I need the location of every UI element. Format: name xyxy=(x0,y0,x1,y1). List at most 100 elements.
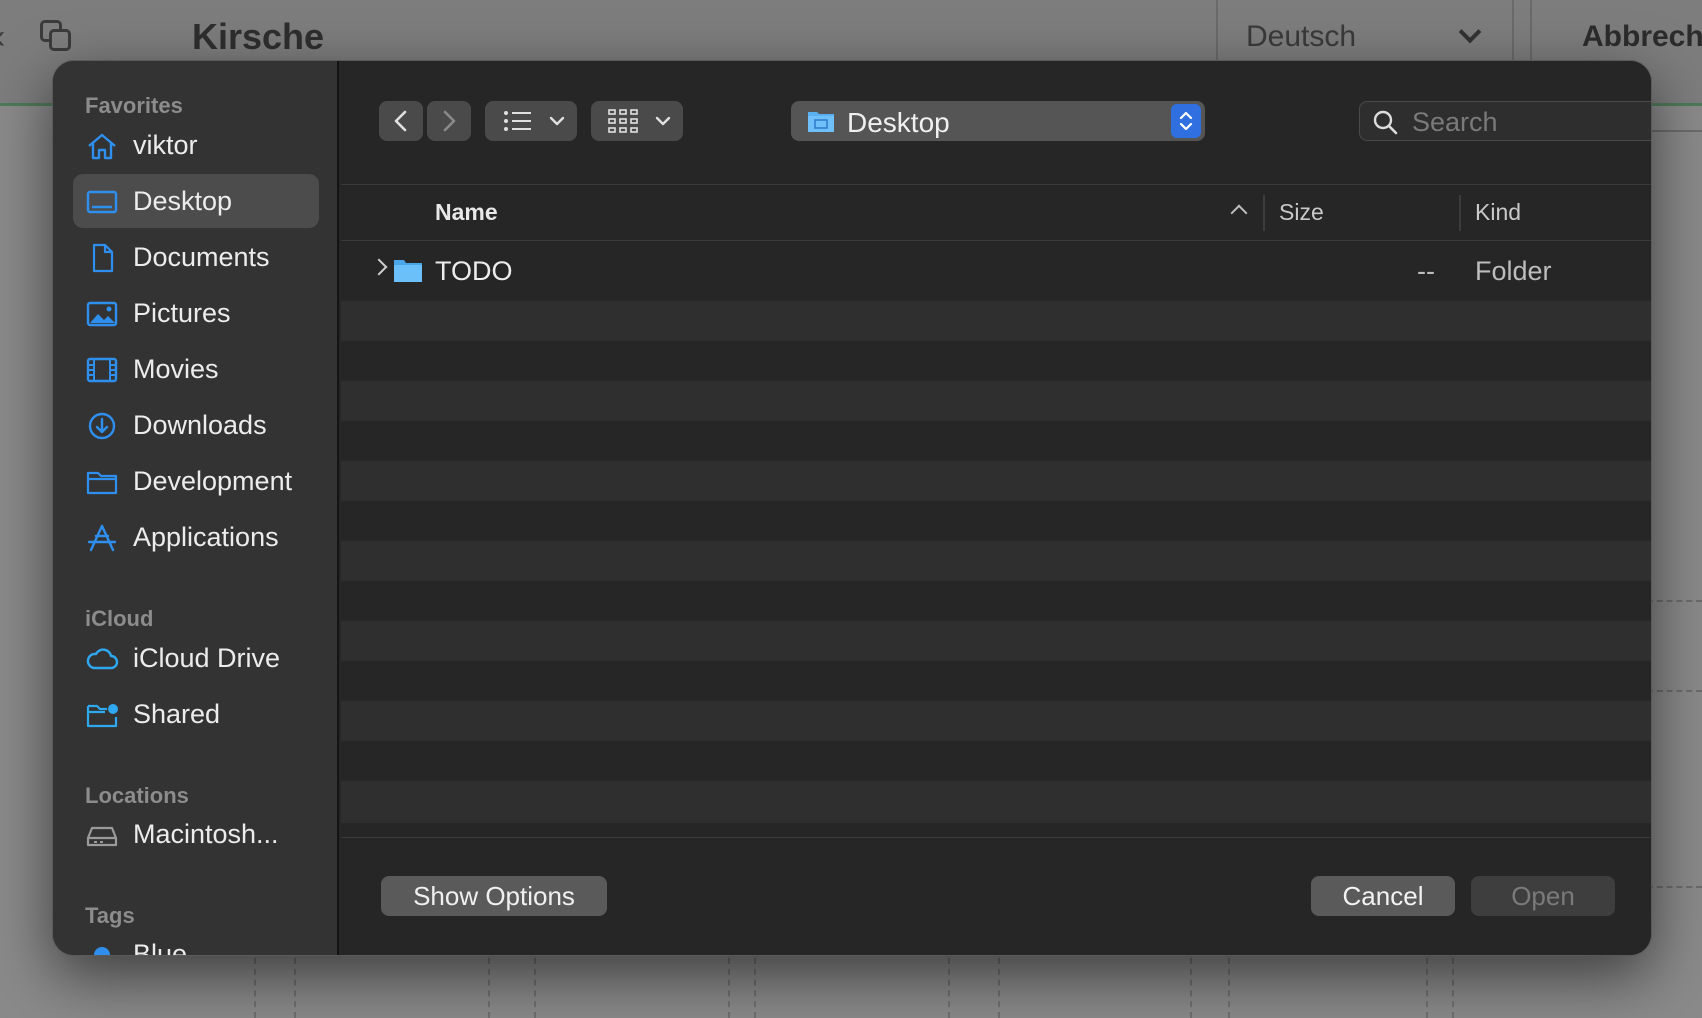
language-label: Deutsch xyxy=(1246,20,1357,53)
sidebar-item-shared[interactable]: Shared xyxy=(73,687,319,741)
list-row-bg xyxy=(341,461,1651,501)
sidebar-item-label: Blue xyxy=(133,939,188,956)
sidebar-item-tag-blue[interactable]: Blue xyxy=(73,927,319,956)
sidebar-item-viktor[interactable]: viktor xyxy=(73,118,319,172)
list-row-bg xyxy=(341,581,1651,621)
column-size[interactable]: Size xyxy=(1279,199,1324,226)
dialog-footer: Show Options Cancel Open xyxy=(341,837,1651,955)
applications-icon xyxy=(87,524,117,552)
shared-folder-icon xyxy=(86,704,118,728)
group-view-button[interactable] xyxy=(591,101,683,141)
list-row-bg xyxy=(341,341,1651,381)
file-name: TODO xyxy=(435,256,513,286)
sidebar-item-desktop[interactable]: Desktop xyxy=(73,174,319,228)
search-icon xyxy=(1373,110,1398,135)
sidebar-item-downloads[interactable]: Downloads xyxy=(73,398,319,452)
file-browser: Desktop Name Size Kind xyxy=(341,61,1651,955)
list-row-bg xyxy=(341,661,1651,701)
folder-icon xyxy=(86,471,118,495)
location-label: Desktop xyxy=(847,107,950,138)
forward-button[interactable] xyxy=(427,101,471,141)
desktop-icon xyxy=(86,190,118,214)
sidebar: Favorites viktor Desktop Documents Pictu… xyxy=(53,61,339,956)
list-row-bg xyxy=(341,501,1651,541)
back-icon: ‹ xyxy=(0,18,5,57)
sidebar-item-label: Documents xyxy=(133,242,270,272)
sidebar-item-documents[interactable]: Documents xyxy=(73,230,319,284)
sidebar-item-icloud-drive[interactable]: iCloud Drive xyxy=(73,631,319,685)
list-row-bg xyxy=(341,301,1651,341)
chevron-down-icon xyxy=(1458,20,1482,44)
background-divider xyxy=(1647,690,1702,692)
download-icon xyxy=(88,412,116,440)
location-popup[interactable]: Desktop xyxy=(791,101,1205,141)
sidebar-item-label: Movies xyxy=(133,354,219,384)
disk-icon xyxy=(86,826,118,847)
open-button[interactable]: Open xyxy=(1471,876,1615,916)
sidebar-item-label: Applications xyxy=(133,522,279,552)
background-divider xyxy=(1652,130,1702,132)
column-header: Name Size Kind xyxy=(341,185,1651,241)
list-row-bg xyxy=(341,541,1651,581)
tag-dot-icon xyxy=(94,947,110,955)
sidebar-item-macintosh[interactable]: Macintosh... xyxy=(73,807,319,861)
search-field[interactable] xyxy=(1359,101,1651,141)
list-row-bg xyxy=(341,701,1651,741)
sort-ascending-icon xyxy=(1230,204,1248,222)
sidebar-item-label: viktor xyxy=(133,130,198,160)
list-row-bg xyxy=(341,421,1651,461)
list-view-button[interactable] xyxy=(485,101,577,141)
sidebar-section-favorites: Favorites xyxy=(85,93,183,118)
sidebar-item-label: Development xyxy=(133,466,293,496)
file-size: -- xyxy=(1417,256,1435,286)
back-button[interactable] xyxy=(379,101,423,141)
sidebar-item-label: Downloads xyxy=(133,410,267,440)
column-kind[interactable]: Kind xyxy=(1475,199,1521,226)
list-icon xyxy=(504,111,531,131)
column-divider[interactable] xyxy=(1459,195,1461,231)
desktop-folder-icon xyxy=(808,112,834,132)
sidebar-item-movies[interactable]: Movies xyxy=(73,342,319,396)
home-icon xyxy=(88,133,116,160)
popup-stepper xyxy=(1171,104,1201,138)
up-down-chevron-icon xyxy=(1179,111,1193,131)
chevron-left-icon xyxy=(394,110,407,132)
sidebar-item-label: Shared xyxy=(133,699,221,729)
cloud-icon xyxy=(86,648,119,670)
sidebar-item-label: Macintosh... xyxy=(133,819,279,849)
file-list xyxy=(341,241,1651,823)
sidebar-section-tags: Tags xyxy=(85,903,135,928)
toolbar: Desktop xyxy=(341,61,1651,185)
cancel-button[interactable]: Cancel xyxy=(1311,876,1455,916)
sidebar-item-label: Pictures xyxy=(133,298,231,328)
search-input[interactable] xyxy=(1412,107,1651,137)
photo-icon xyxy=(86,301,118,327)
background-title: Kirsche xyxy=(192,16,325,57)
sidebar-item-label: iCloud Drive xyxy=(133,643,281,673)
sidebar-item-label: Desktop xyxy=(133,186,233,216)
open-file-dialog: Favorites viktor Desktop Documents Pictu… xyxy=(52,60,1652,956)
background-divider xyxy=(1647,886,1702,888)
sidebar-section-locations: Locations xyxy=(85,783,189,808)
column-name[interactable]: Name xyxy=(435,199,498,226)
chevron-down-icon xyxy=(655,116,671,126)
background-cancel-label: Abbreche xyxy=(1582,20,1702,53)
sidebar-section-icloud: iCloud xyxy=(85,606,154,631)
sidebar-item-applications[interactable]: Applications xyxy=(73,510,319,564)
show-options-button[interactable]: Show Options xyxy=(381,876,607,916)
chevron-right-icon xyxy=(443,110,456,132)
sidebar-item-development[interactable]: Development xyxy=(73,454,319,508)
film-icon xyxy=(86,357,118,383)
disclosure-triangle-icon[interactable] xyxy=(370,258,388,276)
grid-icon xyxy=(608,109,638,133)
sidebar-item-pictures[interactable]: Pictures xyxy=(73,286,319,340)
list-row-bg xyxy=(341,621,1651,661)
list-row-bg xyxy=(341,781,1651,823)
background-grid xyxy=(190,958,1702,1018)
document-icon xyxy=(92,243,114,273)
table-row[interactable]: TODO -- Folder xyxy=(341,241,1651,301)
chevron-down-icon xyxy=(549,116,565,126)
column-divider[interactable] xyxy=(1263,195,1265,231)
background-divider xyxy=(1647,600,1702,602)
copy-icon xyxy=(40,20,72,52)
